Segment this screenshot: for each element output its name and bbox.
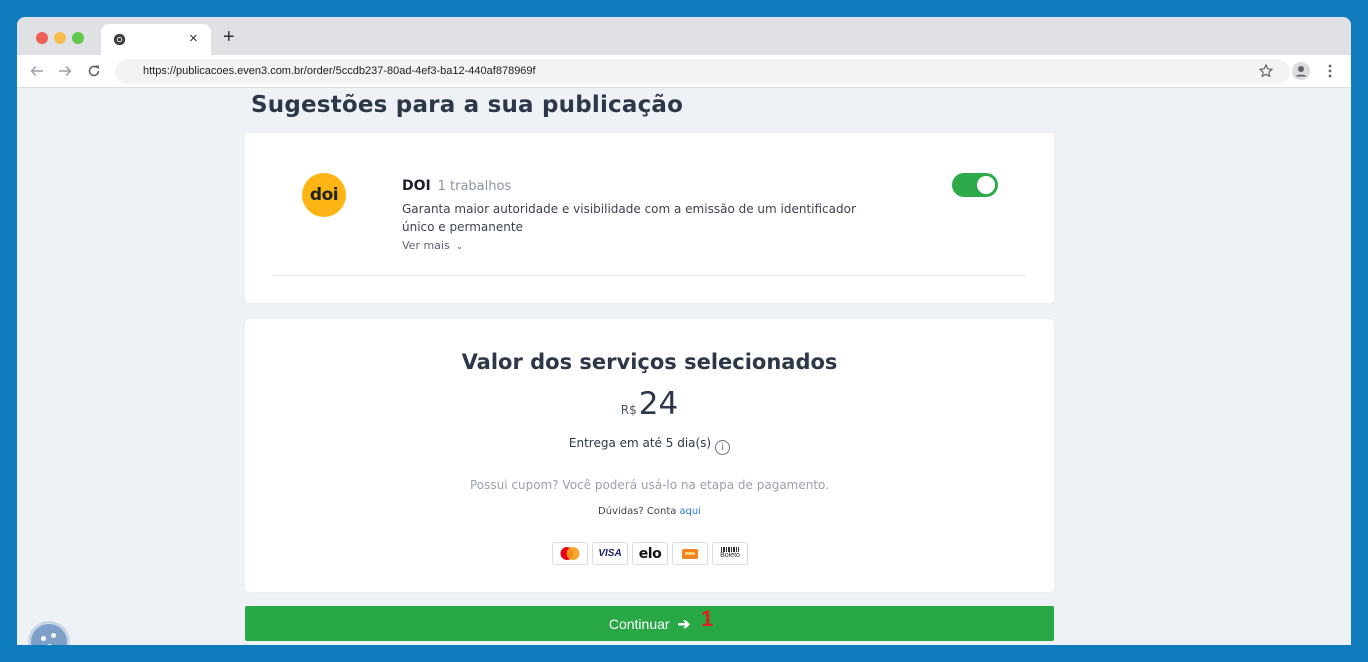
new-tab-button[interactable]: + bbox=[223, 27, 235, 47]
service-description: Garanta maior autoridade e visibilidade … bbox=[402, 202, 856, 234]
step-marker: 1 bbox=[701, 606, 714, 631]
price-currency: R$ bbox=[620, 403, 637, 417]
minimize-window-button[interactable] bbox=[54, 32, 66, 44]
continue-button[interactable]: Continuar ➔ bbox=[245, 606, 1054, 641]
arrow-right-icon: ➔ bbox=[677, 615, 691, 633]
see-more-link[interactable]: Ver mais ⌄ bbox=[402, 239, 463, 252]
price-value: 24 bbox=[638, 386, 679, 422]
info-icon[interactable]: i bbox=[715, 440, 731, 455]
close-tab-icon[interactable]: × bbox=[189, 29, 198, 49]
visa-icon: VISA bbox=[592, 542, 628, 565]
cookie-icon[interactable] bbox=[28, 621, 70, 645]
doi-logo-text: doi bbox=[309, 185, 339, 205]
payment-methods: VISA elo Boleto bbox=[552, 542, 748, 565]
service-toggle[interactable] bbox=[952, 173, 998, 197]
doubts-text: Dúvidas? Conta aqui bbox=[245, 506, 1054, 517]
service-count: 1 trabalhos bbox=[437, 179, 512, 194]
mastercard-icon bbox=[552, 542, 588, 565]
hipercard-icon bbox=[672, 542, 708, 565]
doubts-link[interactable]: aqui bbox=[679, 506, 701, 517]
address-bar[interactable]: https://publicacoes.even3.com.br/order/5… bbox=[115, 59, 1290, 84]
browser-tab[interactable]: × bbox=[101, 24, 211, 55]
chevron-down-icon: ⌄ bbox=[455, 242, 464, 252]
see-more-label: Ver mais bbox=[402, 239, 450, 252]
cookie-crumb bbox=[47, 644, 52, 645]
close-window-button[interactable] bbox=[36, 32, 48, 44]
menu-kebab-icon[interactable] bbox=[1320, 61, 1340, 81]
cookie-crumb bbox=[41, 636, 46, 641]
toggle-knob bbox=[977, 176, 995, 194]
browser-toolbar: https://publicacoes.even3.com.br/order/5… bbox=[17, 55, 1351, 88]
coupon-note: Possui cupom? Você poderá usá-lo na etap… bbox=[469, 478, 830, 492]
browser-window: × + https://publicacoes.even3.com.br/ord… bbox=[17, 17, 1351, 645]
summary-card: Valor dos serviços selecionados R$24 Ent… bbox=[245, 319, 1054, 592]
suggestion-card: doi DOI 1 trabalhos Garanta maior autori… bbox=[245, 133, 1054, 303]
price: R$24 bbox=[245, 386, 1054, 422]
url-text: https://publicacoes.even3.com.br/order/5… bbox=[143, 65, 536, 77]
tab-strip: × + bbox=[17, 17, 1351, 55]
cookie-crumb bbox=[51, 633, 56, 638]
page-title: Sugestões para a sua publicação bbox=[251, 92, 684, 118]
divider bbox=[273, 275, 1026, 276]
elo-icon: elo bbox=[632, 542, 668, 565]
service-name: DOI bbox=[402, 178, 431, 194]
forward-icon[interactable] bbox=[55, 61, 75, 81]
page-viewport: Sugestões para a sua publicação doi DOI … bbox=[17, 88, 1351, 645]
bookmark-star-icon[interactable] bbox=[1256, 61, 1276, 81]
continue-label: Continuar bbox=[608, 615, 670, 632]
summary-title: Valor dos serviços selecionados bbox=[461, 350, 838, 374]
chrome-icon bbox=[113, 33, 126, 46]
doi-logo: doi bbox=[302, 173, 346, 217]
back-icon[interactable] bbox=[27, 61, 47, 81]
visa-label: VISA bbox=[598, 548, 622, 559]
boleto-icon: Boleto bbox=[712, 542, 748, 565]
elo-label: elo bbox=[638, 545, 662, 562]
boleto-label: Boleto bbox=[720, 552, 740, 559]
reload-icon[interactable] bbox=[84, 61, 104, 81]
delivery-info: Entrega em até 5 dia(s) i bbox=[245, 436, 1054, 455]
delivery-text: Entrega em até 5 dia(s) bbox=[568, 436, 712, 450]
service-title: DOI 1 trabalhos bbox=[402, 178, 511, 194]
doubts-label: Dúvidas? Conta bbox=[598, 506, 677, 517]
profile-icon[interactable] bbox=[1291, 61, 1311, 81]
maximize-window-button[interactable] bbox=[72, 32, 84, 44]
